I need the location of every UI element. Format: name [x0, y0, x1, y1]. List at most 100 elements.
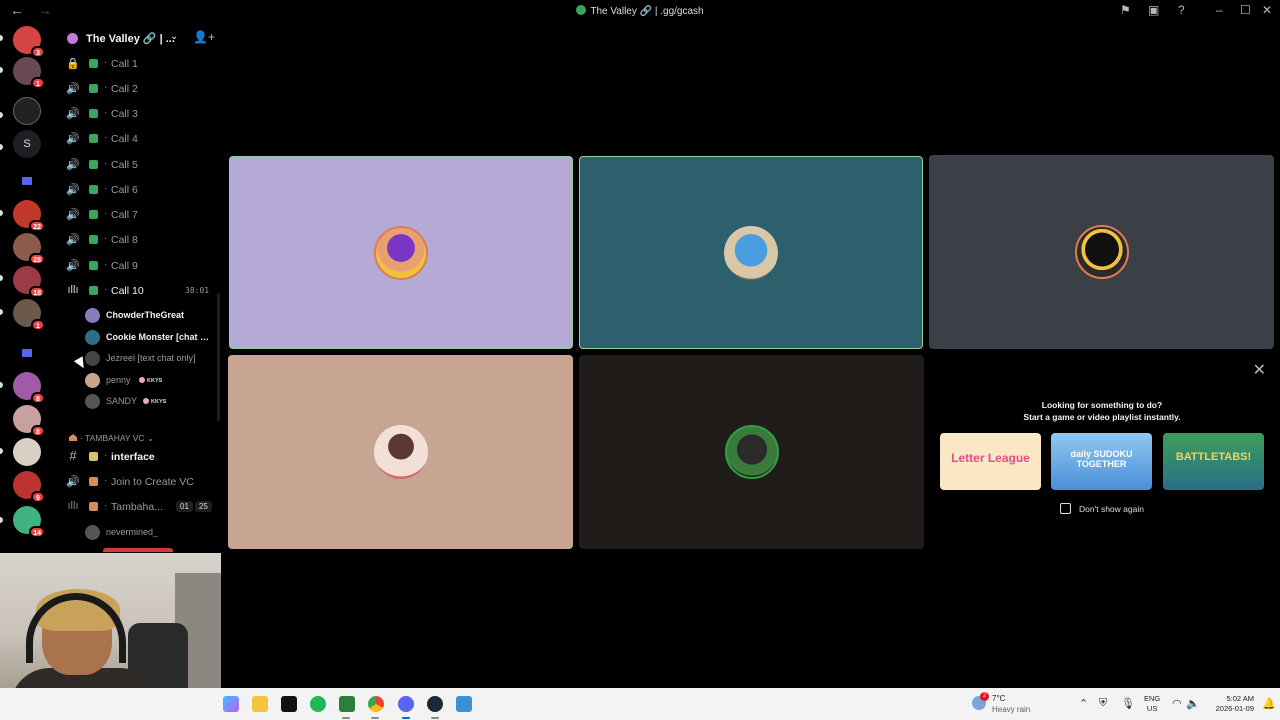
clover-icon	[89, 160, 98, 169]
speaker-icon: 🔊	[66, 209, 80, 221]
channel-name: Call 5	[111, 159, 138, 171]
avatar	[85, 330, 100, 345]
copilot-icon[interactable]	[223, 696, 239, 712]
clover-icon	[89, 59, 98, 68]
separator-dot: ·	[104, 233, 108, 244]
chrome-icon[interactable]	[368, 696, 384, 712]
server-icon[interactable]: 22	[13, 200, 45, 232]
channel-call-4[interactable]: 🔊 · Call 4	[55, 129, 220, 151]
voice-user[interactable]: SANDY KKYS	[55, 391, 220, 412]
separator-dot: ·	[104, 259, 108, 270]
activity-battletabs[interactable]: BATTLETABS!	[1163, 433, 1264, 490]
server-icon[interactable]: 9	[13, 471, 45, 503]
channel-name: Call 10	[111, 285, 144, 297]
wifi-icon[interactable]: ◠	[1172, 697, 1182, 710]
channel-call-2[interactable]: 🔊 · Call 2	[55, 79, 220, 101]
channel-call-10[interactable]: ıllı · Call 10 38:01	[55, 281, 220, 303]
channel-call-1[interactable]: 🔒 · Call 1	[55, 54, 220, 76]
channel-call-6[interactable]: 🔊 · Call 6	[55, 180, 220, 202]
maximize-button[interactable]: ☐	[1240, 3, 1251, 17]
activity-letter-league[interactable]: Letter League	[940, 433, 1041, 490]
video-tile[interactable]	[579, 355, 924, 549]
channel-name: Call 9	[111, 260, 138, 272]
flag-icon[interactable]: ⚑	[1120, 3, 1131, 17]
voice-user[interactable]: penny KKYS	[55, 370, 220, 391]
folder-icon[interactable]	[13, 339, 41, 367]
avatar	[85, 308, 100, 323]
scrollbar[interactable]	[217, 293, 220, 421]
channel-join-to-create[interactable]: 🔊 · Join to Create VC	[55, 472, 220, 494]
app-icon[interactable]	[339, 696, 355, 712]
video-tile[interactable]	[229, 156, 573, 349]
voice-user-name: penny	[106, 375, 131, 385]
server-icon[interactable]	[13, 97, 41, 125]
channel-call-7[interactable]: 🔊 · Call 7	[55, 205, 220, 227]
clover-icon	[89, 235, 98, 244]
volume-icon[interactable]: 🔈	[1186, 697, 1200, 710]
clan-tag: KKYS	[139, 377, 162, 384]
voice-user[interactable]: Cookie Monster [chat o...	[55, 327, 220, 348]
video-tile[interactable]	[228, 355, 573, 549]
spotify-icon[interactable]	[310, 696, 326, 712]
channel-call-9[interactable]: 🔊 · Call 9	[55, 256, 220, 278]
server-icon[interactable]: 1	[13, 57, 45, 89]
server-icon[interactable]: 8	[13, 372, 45, 404]
server-logo-icon	[576, 5, 587, 15]
server-icon[interactable]: 8	[13, 405, 45, 437]
language-indicator[interactable]: ENG US	[1144, 694, 1160, 714]
file-explorer-icon[interactable]	[252, 696, 268, 712]
voice-user[interactable]: ChowderTheGreat	[55, 305, 220, 326]
invite-icon[interactable]: 👤+	[193, 30, 215, 44]
chevron-down-icon[interactable]: ⌄	[170, 31, 178, 42]
channel-tambahay[interactable]: ıllı · Tambaha... 01 25	[55, 497, 220, 519]
unread-badge: 22	[29, 220, 45, 232]
voice-user[interactable]: nevermined_	[55, 522, 220, 543]
close-button[interactable]: ✕	[1262, 3, 1272, 17]
server-icon[interactable]: 14	[13, 506, 45, 538]
running-indicator	[371, 717, 379, 719]
server-icon[interactable]: S	[13, 130, 41, 158]
clock[interactable]: 5:02 AM 2026-01-09	[1206, 694, 1254, 714]
user-limit: 25	[194, 501, 212, 512]
channel-name: Call 8	[111, 234, 138, 246]
hash-icon: #	[69, 448, 77, 463]
server-icon[interactable]: 18	[13, 266, 45, 298]
server-icon[interactable]: 3	[13, 26, 45, 58]
checkbox[interactable]	[1060, 503, 1071, 514]
vpn-icon[interactable]: ⛨	[1099, 697, 1107, 710]
channel-call-8[interactable]: 🔊 · Call 8	[55, 230, 220, 252]
separator-dot: ·	[104, 158, 108, 169]
video-tile[interactable]	[929, 155, 1274, 349]
activity-sudoku[interactable]: daily SUDOKU TOGETHER	[1051, 433, 1152, 490]
minimize-button[interactable]: –	[1216, 3, 1223, 17]
folder-icon[interactable]	[13, 167, 41, 195]
guild-header[interactable]: The Valley 🔗 | ... ⌄ 👤+	[55, 22, 220, 56]
clock-time: 5:02 AM	[1226, 694, 1254, 703]
discord-icon[interactable]	[398, 696, 414, 712]
close-icon[interactable]: ✕	[1253, 360, 1266, 380]
category-tambahay-vc[interactable]: · TAMBAHAY VC ⌄	[55, 429, 220, 447]
server-icon[interactable]: 1	[13, 299, 45, 331]
unread-mentions-bar[interactable]	[103, 548, 173, 552]
microphone-icon[interactable]: 🎙	[1121, 697, 1135, 710]
participant-avatar	[373, 425, 428, 479]
video-tile[interactable]	[579, 156, 923, 349]
help-icon[interactable]: ?	[1178, 3, 1185, 17]
tiktok-icon[interactable]	[281, 696, 297, 712]
server-icon[interactable]	[13, 438, 41, 466]
chevron-up-icon[interactable]: ⌃	[1079, 697, 1088, 710]
server-icon[interactable]: 28	[13, 233, 45, 265]
clover-icon	[89, 134, 98, 143]
screen-icon[interactable]: ▣	[1148, 3, 1159, 17]
category-label: · TAMBAHAY VC ⌄	[69, 433, 154, 444]
channel-interface[interactable]: # · interface	[55, 447, 220, 469]
channel-call-5[interactable]: 🔊 · Call 5	[55, 155, 220, 177]
unread-pill	[0, 309, 3, 315]
channel-call-3[interactable]: 🔊 · Call 3	[55, 104, 220, 126]
notification-bell-icon[interactable]: 🔔	[1262, 697, 1276, 710]
steam-icon[interactable]	[427, 696, 443, 712]
avatar	[85, 394, 100, 409]
unread-pill	[0, 448, 3, 454]
separator-dot: ·	[104, 82, 108, 93]
notepad-icon[interactable]	[456, 696, 472, 712]
